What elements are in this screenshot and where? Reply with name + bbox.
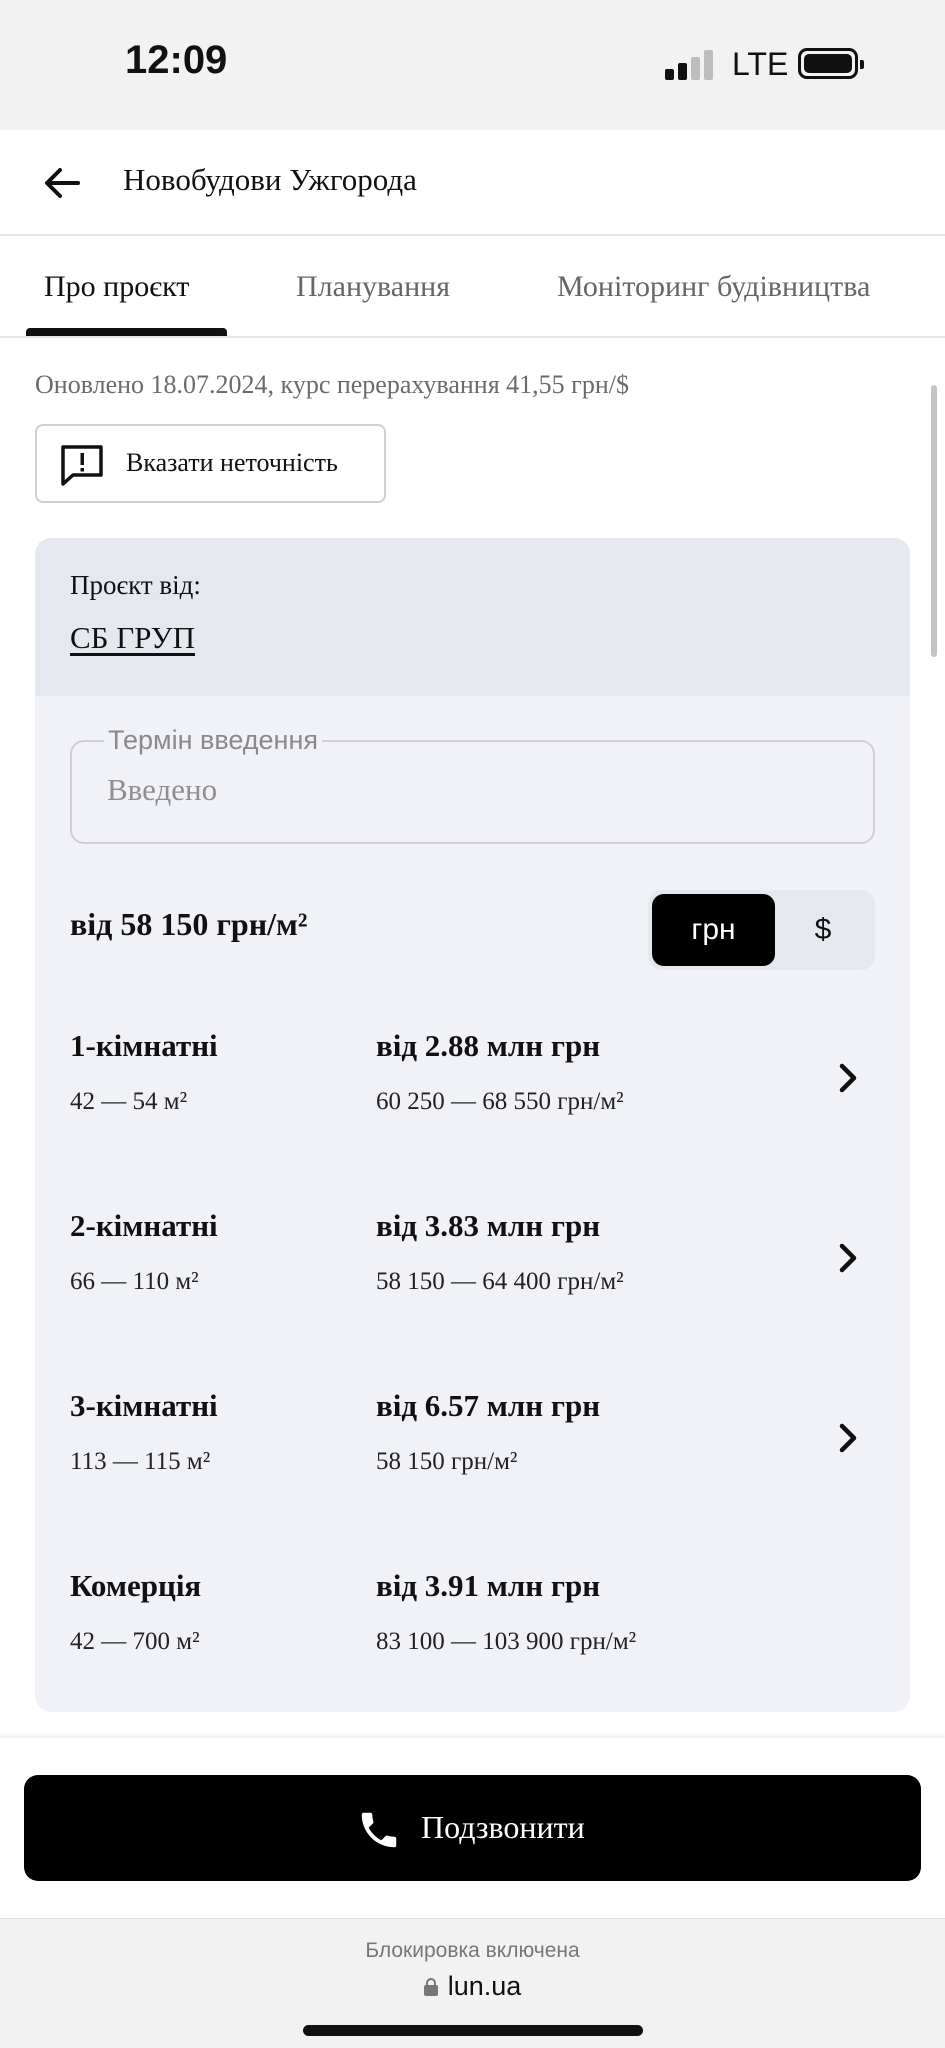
tab-about-project[interactable]: Про проєкт [44,270,189,304]
active-tab-indicator [26,328,227,336]
apartment-area: 42 — 54 м² [70,1088,188,1115]
apartment-price: від 2.88 млн грн [376,1028,601,1063]
apartment-price: від 6.57 млн грн [376,1388,601,1423]
apartment-price-per-m2: 83 100 — 103 900 грн/м² [376,1628,637,1655]
tab-construction-monitoring[interactable]: Моніторинг будівництва [557,270,870,304]
apartment-area: 113 — 115 м² [70,1448,211,1475]
call-button-label: Подзвонити [421,1809,585,1845]
address-bar[interactable]: lun.ua [0,1971,945,2002]
apartment-area: 42 — 700 м² [70,1628,200,1655]
currency-toggle: грн $ [648,890,875,970]
url-text: lun.ua [447,1971,522,2001]
report-exclamation-icon [61,445,103,486]
arrow-left-icon [45,168,80,198]
browser-bar: Блокировка включена lun.ua [0,1918,945,2048]
currency-uah-option[interactable]: грн [652,894,775,966]
app-header: Новобудови Ужгорода [0,130,945,236]
updated-info: Оновлено 18.07.2024, курс перерахування … [35,370,629,399]
apartment-type: 2-кімнатні [70,1208,218,1243]
scrollbar-thumb[interactable] [931,385,937,657]
chevron-right-icon [839,1063,857,1093]
page-title: Новобудови Ужгорода [123,162,417,197]
apartment-type: 3-кімнатні [70,1388,218,1423]
home-indicator [303,2025,643,2036]
developer-section: Проєкт від: СБ ГРУП [35,538,910,696]
phone-icon [361,1812,397,1848]
call-button[interactable]: Подзвонити [24,1775,921,1881]
chevron-right-icon [839,1423,857,1453]
completion-date-field: Термін введення Введено [70,725,875,844]
price-from: від 58 150 грн/м² [70,906,308,942]
apartment-price-per-m2: 58 150 — 64 400 грн/м² [376,1268,624,1295]
apartment-price-per-m2: 60 250 — 68 550 грн/м² [376,1088,624,1115]
bottom-action-panel: Подзвонити [0,1738,945,1918]
report-inaccuracy-label: Вказати неточність [126,448,338,477]
developer-link[interactable]: СБ ГРУП [70,620,195,656]
apartment-type: 1-кімнатні [70,1028,218,1063]
chevron-right-icon [839,1243,857,1273]
apartment-price-per-m2: 58 150 грн/м² [376,1448,518,1475]
network-type: LTE [732,46,789,82]
apartment-price: від 3.91 млн грн [376,1568,601,1603]
completion-date-value: Введено [107,772,218,807]
project-info-card: Проєкт від: СБ ГРУП Термін введення Введ… [35,538,910,1712]
currency-usd-option[interactable]: $ [775,894,871,966]
lock-icon [423,1978,438,1996]
apartment-type: Комерція [70,1568,202,1603]
status-bar: 12:09 LTE [0,0,945,130]
back-button[interactable] [38,158,88,208]
cellular-signal-icon [665,50,715,80]
report-inaccuracy-button[interactable]: Вказати неточність [35,424,386,503]
apartment-area: 66 — 110 м² [70,1268,199,1295]
battery-icon [798,48,864,79]
apartment-row-commercial: Комерція 42 — 700 м² від 3.91 млн грн 83… [35,1568,910,1688]
apartment-price: від 3.83 млн грн [376,1208,601,1243]
status-time: 12:09 [125,38,228,82]
developer-label: Проєкт від: [70,570,201,600]
content-blocker-note: Блокировка включена [365,1939,580,1962]
apartment-row-2-room[interactable]: 2-кімнатні 66 — 110 м² від 3.83 млн грн … [35,1208,910,1328]
tab-layouts[interactable]: Планування [296,270,450,304]
apartment-row-3-room[interactable]: 3-кімнатні 113 — 115 м² від 6.57 млн грн… [35,1388,910,1508]
apartment-row-1-room[interactable]: 1-кімнатні 42 — 54 м² від 2.88 млн грн 6… [35,1028,910,1148]
completion-date-label: Термін введення [104,725,323,756]
tab-bar: Про проєкт Планування Моніторинг будівни… [0,236,945,338]
